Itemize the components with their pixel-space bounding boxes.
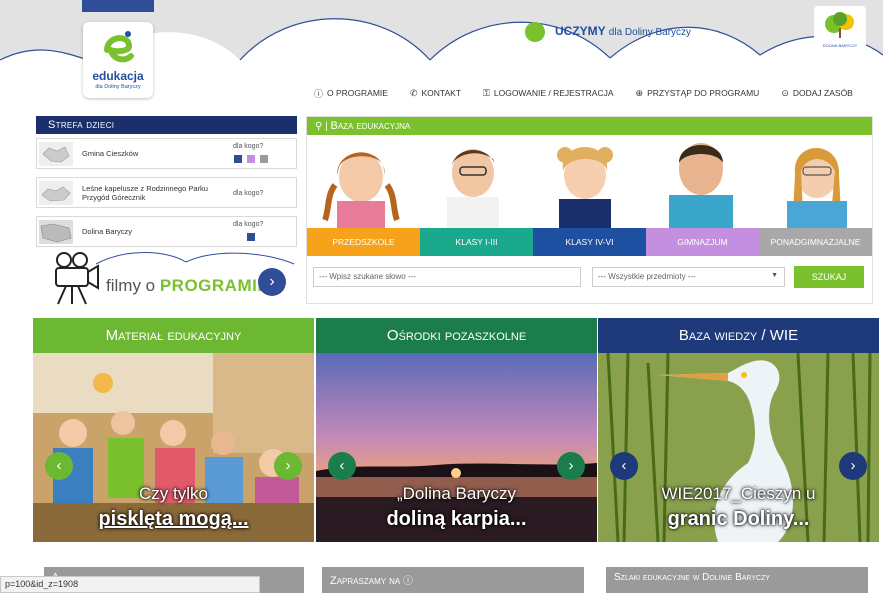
logo-e-icon [104, 31, 134, 63]
green-dot-icon [525, 22, 545, 42]
strefa-title: Strefa dzieci [48, 119, 115, 131]
info-icon: ⓘ [314, 88, 324, 99]
search-button[interactable]: SZUKAJ [794, 266, 864, 288]
tab-gimnazjum[interactable]: GIMNAZJUM [646, 228, 759, 256]
nav-label: KONTAKT [421, 88, 462, 98]
info-icon: ⓘ [403, 576, 414, 587]
tab-klasy-iv-vi[interactable]: KLASY IV-VI [533, 228, 646, 256]
panel-material-edukacyjny[interactable]: Materiał edukacyjny ‹ › Czy tylko pisklę… [33, 318, 314, 542]
nav-logowanie[interactable]: ⚿ LOGOWANIE / REJESTRACJA [483, 86, 614, 100]
baza-header: ⚲ | Baza edukacyjna [307, 117, 872, 135]
slide-caption-line2[interactable]: granic Doliny... [598, 508, 879, 531]
strefa-item-name: Dolina Baryczy [82, 227, 133, 236]
nav-label: LOGOWANIE / REJESTRACJA [493, 88, 614, 98]
panel-title-text: Materiał edukacyjny [105, 327, 242, 344]
select-value: --- Wszystkie przedmioty --- [598, 272, 696, 281]
bottom-section-header: Zapraszamy na ⓘ [322, 567, 584, 593]
chevron-left-icon[interactable]: ‹ [328, 452, 356, 480]
dla-kogo-label: dla kogo? [233, 190, 264, 197]
strefa-item-name: Leśne kapelusze z Rodzinnego Parku Przyg… [82, 183, 208, 202]
tab-ponadgimnazjalne[interactable]: PONADGIMNAZJALNE [759, 228, 872, 256]
chevron-right-icon[interactable]: › [557, 452, 585, 480]
nav-o-programie[interactable]: ⓘ O PROGRAMIE [314, 86, 388, 100]
audience-square [247, 233, 255, 241]
slide-caption-line1: WIE2017_Cieszyn u [661, 484, 816, 503]
map-thumbnail-icon [39, 142, 73, 166]
nav-label: O PROGRAMIE [327, 88, 388, 98]
strefa-item[interactable]: Leśne kapelusze z Rodzinnego Parku Przyg… [36, 177, 297, 208]
filmy-o-programie[interactable]: filmy o PROGRAMIE › [36, 250, 297, 306]
map-thumbnail-icon [39, 220, 73, 244]
panel-title: Ośrodki pozaszkolne [316, 318, 597, 353]
chevron-right-icon[interactable]: › [274, 452, 302, 480]
logo-subtitle: dla Doliny Baryczy [95, 84, 141, 90]
uczymy-main: UCZYMY [555, 24, 606, 38]
chevron-left-icon[interactable]: ‹ [45, 452, 73, 480]
top-navigation: ⓘ O PROGRAMIE ✆ KONTAKT ⚿ LOGOWANIE / REJES… [314, 86, 875, 100]
filmy-part1: filmy o [106, 276, 160, 295]
site-header: edukacja dla Doliny Baryczy UCZYMY dla D… [0, 0, 883, 108]
dolina-baryczy-logo[interactable]: DOLINA BARYCZY [814, 6, 866, 52]
dla-kogo-label: dla kogo? [233, 221, 264, 228]
strefa-item[interactable]: Gmina Cieszków dla kogo? [36, 138, 297, 169]
panel-baza-wiedzy[interactable]: Baza wiedzy / WIE ‹ › WIE2017_Cieszyn u … [598, 318, 879, 542]
audience-square [247, 155, 255, 163]
bottom-section-header: Szlaki edukacyjne w Dolinie Baryczy [606, 567, 868, 593]
nav-dodaj-zasob[interactable]: ⊙ DODAJ ZASÓB [781, 86, 853, 100]
strefa-item-name: Gmina Cieszków [82, 149, 139, 158]
plus-circle-icon: ⊕ [635, 87, 644, 98]
strefa-item[interactable]: Dolina Baryczy dla kogo? [36, 216, 297, 247]
slide-caption-line2[interactable]: doliną karpia... [316, 508, 597, 531]
filmy-part2: PROGRAMIE [159, 276, 270, 295]
tab-przedszkole[interactable]: PRZEDSZKOLE [307, 228, 420, 256]
nav-przystap[interactable]: ⊕ PRZYSTĄP DO PROGRAMU [636, 86, 760, 100]
add-circle-icon: ⊙ [781, 87, 789, 98]
panel-osrodki-pozaszkolne[interactable]: Ośrodki pozaszkolne ‹ › „Dolina Baryczy … [316, 318, 597, 542]
audience-square [260, 155, 268, 163]
phone-icon: ✆ [409, 87, 418, 98]
bottom-col2-title: Zapraszamy na [330, 575, 401, 587]
audience-square [234, 155, 242, 163]
nav-label: PRZYSTĄP DO PROGRAMU [647, 88, 760, 98]
chevron-left-icon[interactable]: ‹ [610, 452, 638, 480]
nav-label: DODAJ ZASÓB [792, 88, 853, 98]
slide-caption-line1: Czy tylko [139, 484, 208, 503]
strefa-dzieci-header: Strefa dzieci [36, 116, 297, 134]
logo-name: edukacja [92, 69, 144, 83]
site-logo[interactable]: edukacja dla Doliny Baryczy [83, 22, 153, 98]
key-icon: ⚿ [483, 87, 490, 98]
dla-kogo-label: dla kogo? [233, 143, 264, 150]
panel-title-text: Ośrodki pozaszkolne [386, 327, 527, 344]
children-photos [322, 143, 847, 228]
status-bar-url: p=100&id_z=1908 [0, 576, 260, 593]
search-input[interactable]: --- Wpisz szukane słowo --- [313, 267, 581, 287]
slide-caption-line2[interactable]: pisklęta mogą... [33, 508, 314, 531]
filmy-label: filmy o PROGRAMIE [106, 276, 269, 296]
baza-edukacyjna: ⚲ | Baza edukacyjna PRZEDSZKOLE KLASY I-… [306, 116, 873, 304]
uczymy-banner: UCZYMY dla Doliny Baryczy [525, 20, 723, 46]
school-level-tabs: PRZEDSZKOLE KLASY I-III KLASY IV-VI GIMN… [307, 228, 872, 256]
nav-kontakt[interactable]: ✆ KONTAKT [410, 86, 461, 100]
bottom-col3-title: Szlaki edukacyjne w Dolinie Baryczy [614, 572, 771, 583]
tab-klasy-i-iii[interactable]: KLASY I-III [420, 228, 533, 256]
panel-title: Baza wiedzy / WIE [598, 318, 879, 353]
subject-select[interactable]: --- Wszystkie przedmioty --- ▼ [592, 267, 785, 287]
corner-logo-text: DOLINA BARYCZY [822, 43, 858, 48]
search-icon: ⚲ [315, 121, 323, 132]
chevron-right-icon[interactable]: › [258, 268, 286, 296]
uczymy-rest: dla Doliny Baryczy [608, 27, 692, 38]
caret-down-icon: ▼ [771, 272, 778, 279]
slide-caption-line1: „Dolina Baryczy [396, 484, 517, 503]
panel-title: Materiał edukacyjny [33, 318, 314, 353]
panel-title-text: Baza wiedzy / WIE [678, 327, 799, 344]
baza-title: Baza edukacyjna [330, 120, 411, 132]
map-thumbnail-icon [39, 181, 73, 205]
chevron-right-icon[interactable]: › [839, 452, 867, 480]
